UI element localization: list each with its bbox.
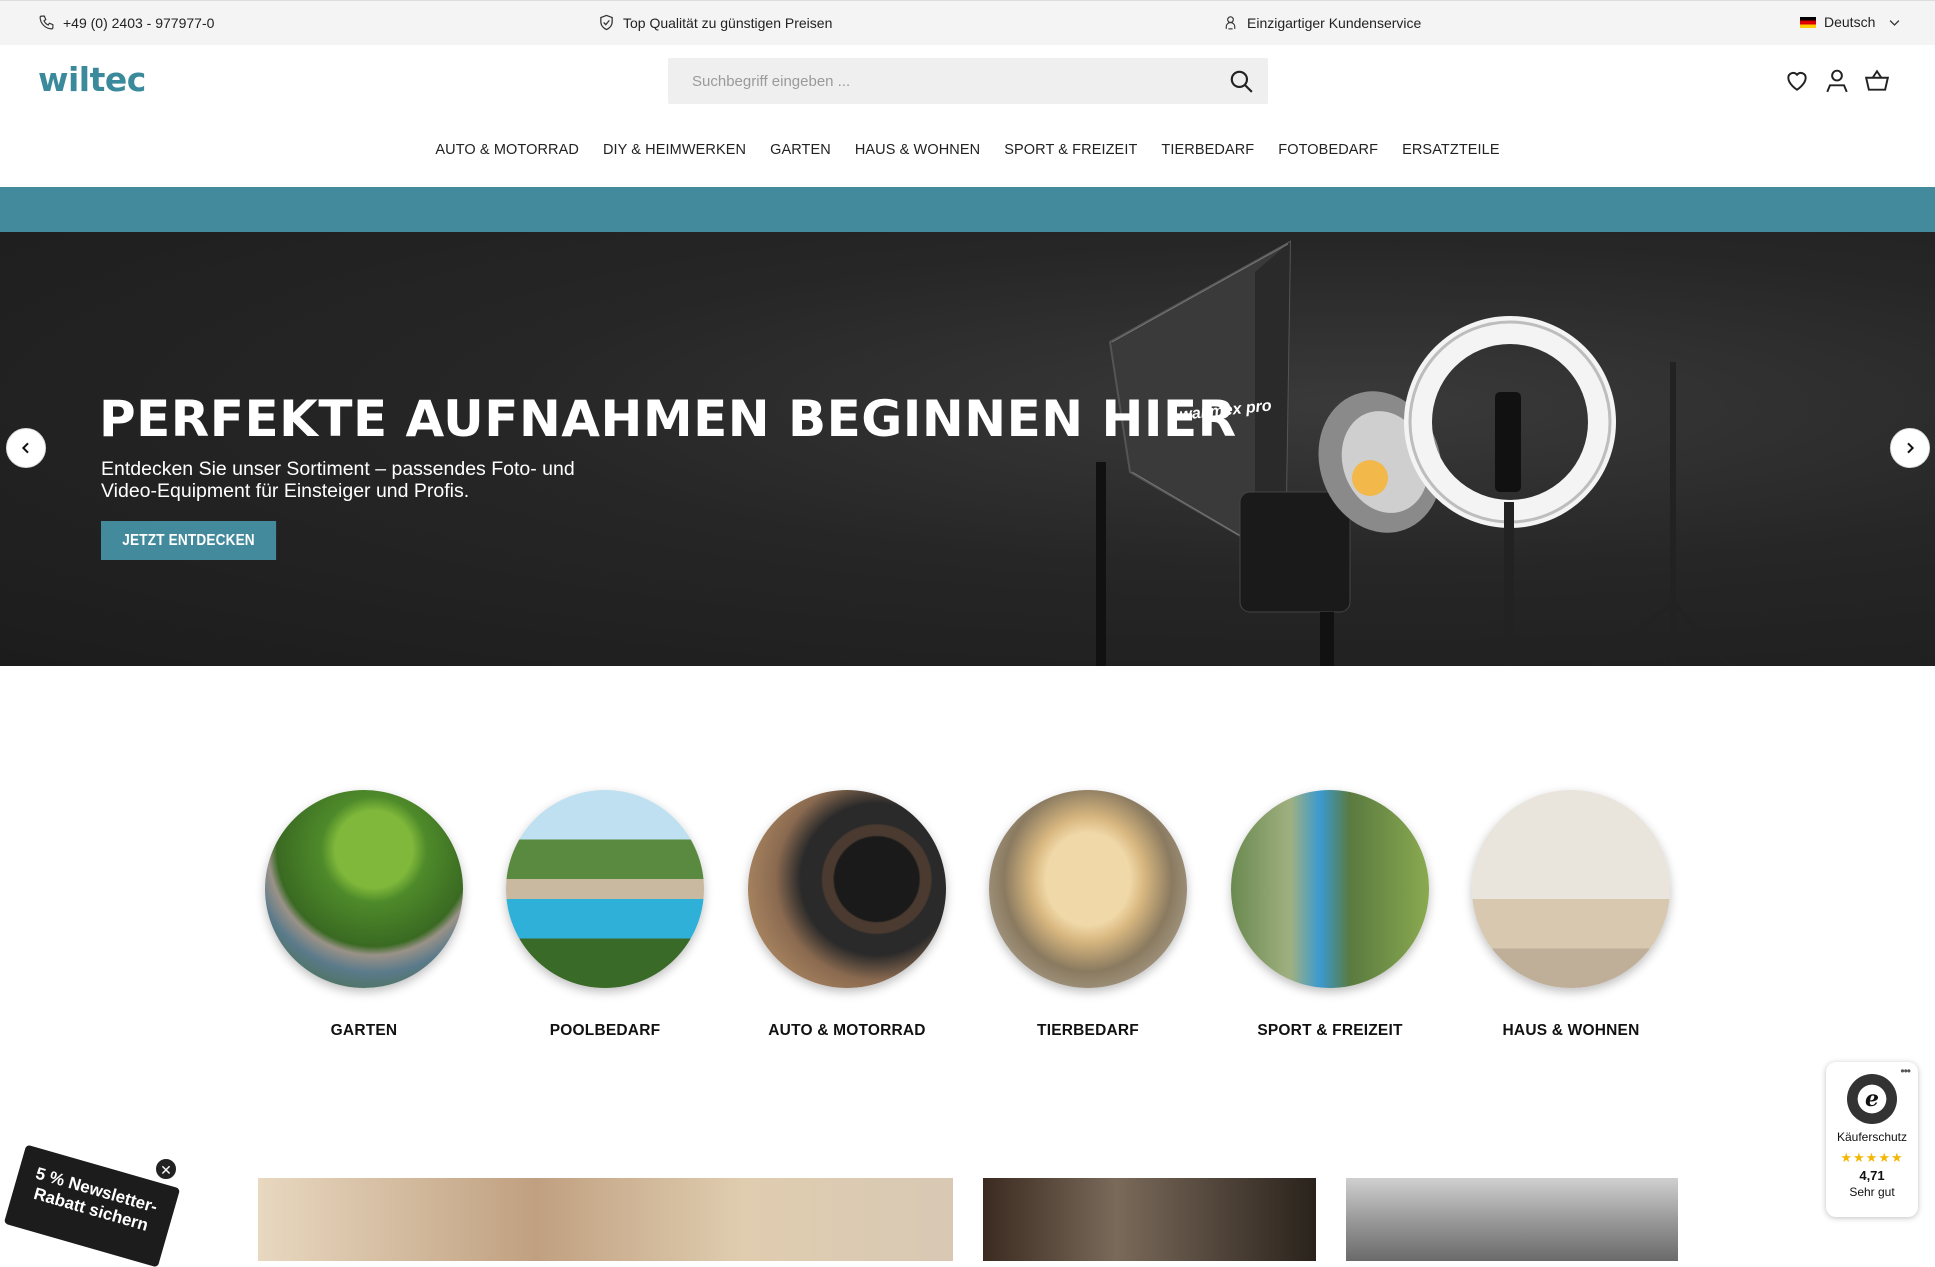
- nav-sport-freizeit[interactable]: SPORT & FREIZEIT: [992, 142, 1149, 158]
- cart-basket-icon[interactable]: [1864, 68, 1890, 94]
- quality-info: Top Qualität zu günstigen Preisen: [598, 14, 832, 31]
- promo-tile-2[interactable]: [983, 1178, 1316, 1261]
- nav-diy-heimwerken[interactable]: DIY & HEIMWERKEN: [591, 142, 758, 158]
- top-info-bar: +49 (0) 2403 - 977977-0 Top Qualität zu …: [0, 0, 1935, 45]
- account-user-icon[interactable]: [1824, 68, 1850, 94]
- buyer-protection-label: Käuferschutz: [1836, 1130, 1908, 1144]
- hero-title: PERFEKTE AUFNAHMEN BEGINNEN HIER: [99, 390, 1237, 448]
- category-label: POOLBEDARF: [549, 1022, 661, 1039]
- rating-value: 4,71: [1859, 1168, 1885, 1183]
- category-image-motorcycle: [748, 790, 946, 988]
- phone-info[interactable]: +49 (0) 2403 - 977977-0: [38, 14, 214, 31]
- more-options-icon[interactable]: •••: [1900, 1064, 1911, 1078]
- hero-cta-button[interactable]: JETZT ENTDECKEN: [101, 521, 277, 560]
- nav-garten[interactable]: GARTEN: [758, 142, 843, 158]
- promo-tile-3[interactable]: [1346, 1178, 1678, 1261]
- category-label: TIERBEDARF: [1037, 1022, 1139, 1039]
- category-image-livingroom: [1472, 790, 1670, 988]
- search-bar: [668, 58, 1268, 104]
- quality-text: Top Qualität zu günstigen Preisen: [623, 14, 833, 31]
- category-auto-motorrad[interactable]: AUTO & MOTORRAD: [747, 790, 947, 1040]
- category-garten[interactable]: GARTEN: [264, 790, 464, 1040]
- chevron-right-icon: [1907, 442, 1915, 454]
- newsletter-discount-tag[interactable]: 5 % Newsletter-Rabatt sichern: [3, 1144, 181, 1267]
- category-label: SPORT & FREIZEIT: [1257, 1022, 1403, 1039]
- service-text: Einzigartiger Kundenservice: [1247, 14, 1422, 31]
- wishlist-heart-icon[interactable]: [1784, 68, 1810, 94]
- category-label: AUTO & MOTORRAD: [768, 1022, 926, 1039]
- promo-band: [0, 187, 1935, 232]
- hero-slider: walimex pro PERFEKTE AUFNAHMEN BEGINNEN …: [0, 232, 1935, 666]
- shield-check-icon: [600, 14, 613, 31]
- main-navigation: AUTO & MOTORRAD DIY & HEIMWERKEN GARTEN …: [0, 142, 1935, 158]
- nav-fotobedarf[interactable]: FOTOBEDARF: [1266, 142, 1390, 158]
- trusted-shops-seal-icon: e: [1847, 1074, 1897, 1124]
- category-image-dog: [989, 790, 1187, 988]
- nav-auto-motorrad[interactable]: AUTO & MOTORRAD: [423, 142, 591, 158]
- rating-grade: Sehr gut: [1849, 1185, 1895, 1199]
- phone-icon: [39, 15, 54, 30]
- rating-stars-icon: ★★★★★: [1840, 1150, 1904, 1165]
- category-label: HAUS & WOHNEN: [1502, 1022, 1640, 1039]
- hero-product-image: walimex pro: [1096, 240, 1732, 666]
- chevron-down-icon: [1890, 19, 1900, 26]
- category-haus-wohnen[interactable]: HAUS & WOHNEN: [1471, 790, 1671, 1040]
- category-poolbedarf[interactable]: POOLBEDARF: [505, 790, 705, 1040]
- wiltec-logo[interactable]: wiltec: [38, 60, 146, 99]
- search-input[interactable]: [668, 58, 1208, 104]
- service-info: Einzigartiger Kundenservice: [1222, 14, 1421, 31]
- category-image-cyclist: [1231, 790, 1429, 988]
- german-flag-icon: [1800, 16, 1816, 28]
- category-image-pool: [506, 790, 704, 988]
- category-tierbedarf[interactable]: TIERBEDARF: [988, 790, 1188, 1040]
- chevron-left-icon: [21, 442, 29, 454]
- nav-tierbedarf[interactable]: TIERBEDARF: [1149, 142, 1266, 158]
- trusted-shops-badge[interactable]: ••• e Käuferschutz ★★★★★ 4,71 Sehr gut: [1826, 1062, 1918, 1217]
- nav-haus-wohnen[interactable]: HAUS & WOHNEN: [843, 142, 992, 158]
- search-icon[interactable]: [1228, 68, 1254, 94]
- category-label: GARTEN: [330, 1022, 398, 1039]
- phone-number: +49 (0) 2403 - 977977-0: [63, 14, 215, 31]
- slider-prev-button[interactable]: [6, 428, 46, 468]
- close-icon[interactable]: ✕: [155, 1158, 177, 1180]
- language-selector[interactable]: Deutsch: [1800, 14, 1902, 30]
- promo-tile-1[interactable]: [258, 1178, 953, 1261]
- customer-service-icon: [1225, 16, 1236, 30]
- slider-next-button[interactable]: [1890, 428, 1930, 468]
- hero-subtitle: Entdecken Sie unser Sortiment – passende…: [101, 458, 575, 502]
- language-label: Deutsch: [1824, 14, 1876, 30]
- nav-ersatzteile[interactable]: ERSATZTEILE: [1390, 142, 1512, 158]
- category-image-garden: [265, 790, 463, 988]
- category-sport-freizeit[interactable]: SPORT & FREIZEIT: [1230, 790, 1430, 1040]
